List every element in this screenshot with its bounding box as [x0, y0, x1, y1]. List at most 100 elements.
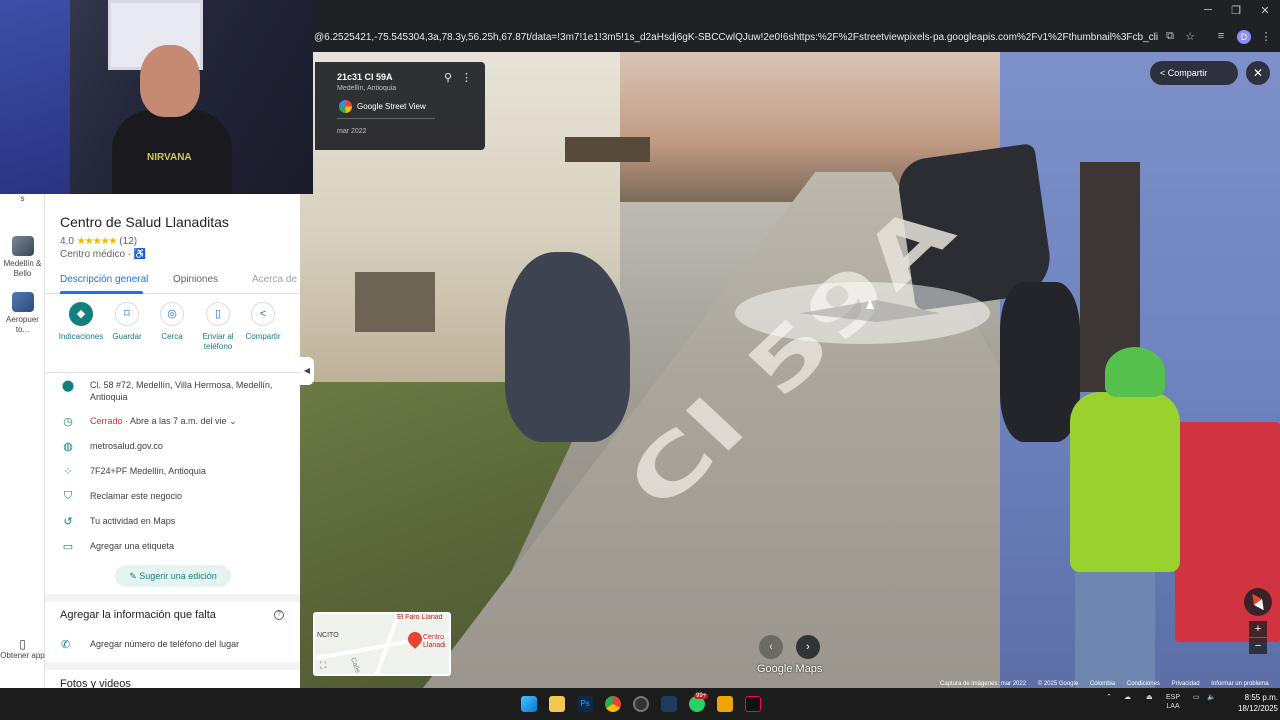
star-rating-icon: ★★★★★: [76, 236, 118, 247]
label-icon: ▭: [62, 541, 74, 553]
tab-about[interactable]: Acerca de: [252, 274, 297, 285]
card-title: 21c31 Cl 59A: [337, 72, 393, 82]
close-streetview-button[interactable]: ✕: [1246, 61, 1270, 85]
location-pin-icon[interactable]: ⚲: [444, 71, 452, 84]
minimize-icon[interactable]: ─: [1198, 4, 1218, 16]
next-arrow-button[interactable]: ›: [796, 635, 820, 659]
activity-row[interactable]: ↺ Tu actividad en Maps: [45, 513, 300, 538]
usb-icon[interactable]: ⏏: [1146, 693, 1153, 702]
label-text: Agregar una etiqueta: [90, 541, 175, 551]
sublime-icon[interactable]: [717, 696, 733, 712]
attribution-item[interactable]: Privacidad: [1172, 681, 1200, 687]
taskbar-clock[interactable]: 8:55 p.m. 18/12/2025: [1228, 692, 1278, 714]
window-close-icon[interactable]: ✕: [1255, 4, 1275, 17]
minimap[interactable]: El Faro Llanad NCITO Centro Llanadi Call…: [313, 612, 451, 676]
get-app-button[interactable]: ▯ Obtener app: [0, 638, 45, 661]
photoshop-icon[interactable]: Ps: [577, 696, 593, 712]
notification-badge: 99+: [694, 693, 709, 699]
suggest-edit-button[interactable]: ✎ Sugerir una edición: [115, 565, 231, 587]
address-bar[interactable]: @6.2525421,-75.545304,3a,78.3y,56.25h,67…: [314, 28, 1158, 48]
send-to-phone-button[interactable]: ▯ Enviar al teléfono: [195, 302, 241, 352]
address-row[interactable]: ⬤ Cl. 58 #72, Medellín, Villa Hermosa, M…: [45, 377, 300, 413]
place-title: Centro de Salud Llanaditas: [60, 214, 229, 230]
chrome-icon[interactable]: [605, 696, 621, 712]
map-pin-icon: [405, 629, 425, 649]
zoom-in-button[interactable]: +: [1249, 621, 1267, 637]
parked-motorcycle: [1000, 282, 1080, 442]
shirt-print: NIRVANA: [147, 152, 192, 163]
restore-icon[interactable]: ❐: [1226, 4, 1246, 17]
attribution-item[interactable]: Informar un problema: [1211, 681, 1268, 687]
action-label: Compartir: [245, 332, 281, 341]
clock-time: 8:55 p.m.: [1244, 693, 1278, 702]
map-label: El Faro Llanad: [397, 614, 443, 621]
file-explorer-icon[interactable]: [549, 696, 565, 712]
rail-item-medellin[interactable]: Medellín & Bello: [0, 236, 45, 279]
previous-arrow-button[interactable]: ‹: [759, 635, 783, 659]
place-category[interactable]: Centro médico · ♿: [60, 249, 146, 260]
plus-code-text: 7F24+PF Medellín, Antioquia: [90, 466, 206, 476]
nearby-button[interactable]: ◎ Cerca: [149, 302, 195, 342]
capture-date[interactable]: mar 2022: [337, 128, 367, 135]
tab-overview[interactable]: Descripción general: [60, 274, 148, 285]
add-phone-link[interactable]: Agregar número de teléfono del lugar: [90, 639, 239, 649]
tray-overflow-icon[interactable]: ⌃: [1106, 693, 1112, 702]
active-tab-indicator: [60, 291, 143, 294]
map-label: Calle: [348, 656, 361, 675]
attribution-item[interactable]: Colombia: [1090, 681, 1115, 687]
google-maps-logo: Google Maps: [757, 663, 823, 675]
review-count[interactable]: (12): [119, 236, 137, 247]
google-logo-icon: [339, 100, 352, 113]
airport-thumbnail: [11, 292, 34, 312]
tab-reviews[interactable]: Opiniones: [173, 274, 218, 285]
language-indicator[interactable]: ESP LAA: [1166, 693, 1180, 711]
onedrive-icon[interactable]: ☁: [1124, 693, 1131, 702]
network-icon[interactable]: ▭: [1193, 693, 1200, 702]
rating-row: 4.0 ★★★★★ (12): [60, 236, 137, 247]
media-control-icon[interactable]: ≡: [1213, 30, 1229, 42]
attribution-item[interactable]: Condiciones: [1127, 681, 1160, 687]
compass-button[interactable]: [1244, 588, 1272, 616]
location-pin-icon: ⬤: [61, 380, 75, 392]
label-row[interactable]: ▭ Agregar una etiqueta: [45, 538, 300, 563]
save-button[interactable]: ⌑ Guardar: [104, 302, 150, 342]
profile-avatar[interactable]: D: [1237, 30, 1251, 44]
rail-item-label: Aeropuer to...: [6, 315, 39, 334]
building-window: [565, 137, 650, 162]
browser-menu-icon[interactable]: ⋮: [1258, 30, 1274, 43]
plus-code-icon: ⁘: [63, 466, 73, 478]
action-label: Cerca: [161, 332, 183, 341]
claim-row[interactable]: ⛉ Reclamar este negocio: [45, 488, 300, 513]
plus-code-row[interactable]: ⁘ 7F24+PF Medellín, Antioquia: [45, 463, 300, 488]
share-button[interactable]: < Compartir: [240, 302, 286, 342]
zoom-out-button[interactable]: −: [1249, 638, 1267, 654]
close-icon: ✕: [1252, 66, 1264, 80]
chevron-right-icon: ›: [806, 641, 810, 653]
section-divider: [45, 662, 300, 670]
rail-item-airport[interactable]: Aeropuer to...: [0, 292, 45, 335]
building-window: [355, 272, 435, 332]
install-app-icon[interactable]: ⧉: [1162, 30, 1178, 43]
hours-row[interactable]: ◷ Cerrado · Abre a las 7 a.m. del vie ⌄: [45, 413, 300, 438]
obs-icon[interactable]: [633, 696, 649, 712]
volume-icon[interactable]: 🔈: [1207, 693, 1216, 702]
bookmark-star-icon[interactable]: ☆: [1182, 30, 1198, 43]
capcut-icon[interactable]: [661, 696, 677, 712]
directions-button[interactable]: ◆ Indicaciones: [58, 302, 104, 342]
add-info-heading: Agregar la información que falta: [60, 609, 216, 621]
pedestrian-cap: [1105, 347, 1165, 397]
help-icon[interactable]: ?: [274, 610, 284, 620]
expand-icon[interactable]: ⛶: [320, 660, 326, 671]
website-row[interactable]: ◍ metrosalud.gov.co: [45, 438, 300, 463]
chevron-down-icon[interactable]: ⌄: [229, 416, 237, 426]
activity-text: Tu actividad en Maps: [90, 516, 176, 526]
share-streetview-button[interactable]: < Compartir: [1150, 61, 1238, 85]
more-options-icon[interactable]: ⋮: [461, 71, 472, 84]
share-label: Compartir: [1167, 68, 1208, 78]
collapse-panel-button[interactable]: ◀: [300, 357, 314, 385]
card-subtitle: Medellín, Antioquia: [337, 85, 397, 92]
place-tabs: Descripción general Opiniones Acerca de: [45, 272, 300, 294]
tiktok-icon[interactable]: [745, 696, 761, 712]
windows-start-icon[interactable]: [521, 696, 537, 712]
maps-left-rail: s Medellín & Bello Aeropuer to... ▯ Obte…: [0, 194, 45, 688]
